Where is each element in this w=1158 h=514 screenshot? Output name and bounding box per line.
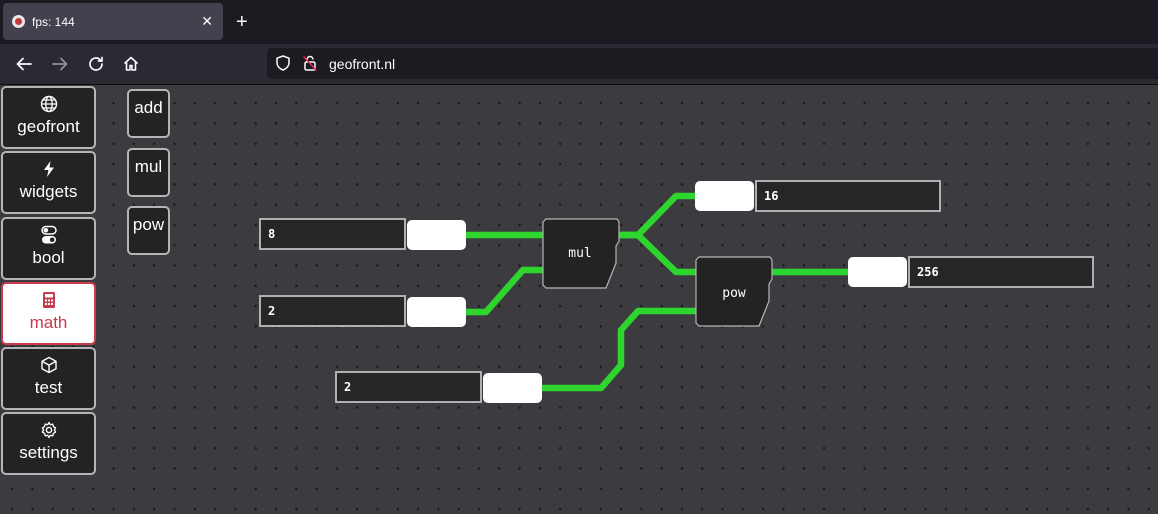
mul-node[interactable]: mul (542, 218, 620, 289)
pow-operator-button[interactable]: pow (127, 206, 170, 255)
wire-input2-to-mul (465, 266, 543, 316)
gear-icon (40, 420, 58, 440)
toggle-icon (39, 225, 59, 245)
cube-icon (40, 355, 58, 375)
navigation-bar: geofront.nl (0, 44, 1158, 85)
wire-mul-to-pow (619, 231, 696, 276)
node-editor-canvas[interactable]: mul pow geofront widgets bool math test … (0, 85, 1158, 514)
sidebar-item-label: math (29, 313, 68, 332)
forward-icon[interactable] (49, 53, 71, 75)
sidebar-item-test[interactable]: test (1, 347, 96, 410)
favicon-icon (12, 15, 25, 28)
sidebar-item-label: widgets (19, 182, 78, 201)
sidebar-item-label: geofront (17, 117, 80, 136)
sidebar-item-settings[interactable]: settings (1, 412, 96, 475)
sidebar-item-label: settings (19, 443, 78, 462)
tab-bar: fps: 144 ✕ + (0, 0, 1158, 44)
sidebar-item-math[interactable]: math (1, 282, 96, 345)
browser-tab[interactable]: fps: 144 ✕ (3, 3, 223, 40)
number-input-2[interactable]: 2 (259, 295, 406, 327)
back-icon[interactable] (13, 53, 35, 75)
number-input-3[interactable]: 2 (335, 371, 482, 403)
mul-node-label: mul (568, 246, 591, 261)
number-input-1[interactable]: 8 (259, 218, 406, 250)
reload-icon[interactable] (85, 53, 107, 75)
add-operator-button[interactable]: add (127, 89, 170, 138)
sidebar-item-label: bool (32, 248, 65, 267)
sidebar-item-widgets[interactable]: widgets (1, 151, 96, 214)
mul-operator-button[interactable]: mul (127, 148, 170, 197)
url-bar[interactable]: geofront.nl (267, 48, 1158, 79)
shield-icon[interactable] (272, 52, 294, 74)
wire-mul-to-output16 (619, 192, 696, 239)
close-tab-icon[interactable]: ✕ (201, 13, 213, 29)
output-port[interactable] (483, 373, 542, 403)
new-tab-button[interactable]: + (236, 12, 248, 32)
lock-icon[interactable] (299, 52, 321, 74)
sidebar-item-label: test (34, 378, 63, 397)
wire-input3-to-pow (541, 307, 696, 392)
output-port[interactable] (407, 297, 466, 327)
home-icon[interactable] (120, 53, 142, 75)
globe-icon (40, 94, 58, 114)
calculator-icon (41, 290, 57, 310)
pow-node[interactable]: pow (695, 256, 773, 327)
wire-layer: mul pow (465, 192, 850, 392)
pow-node-label: pow (722, 286, 746, 301)
output-port[interactable] (407, 220, 466, 250)
output-display-16: 16 (755, 180, 941, 212)
sidebar-item-geofront[interactable]: geofront (1, 86, 96, 149)
input-port[interactable] (848, 257, 907, 287)
url-text[interactable]: geofront.nl (329, 56, 395, 72)
input-port[interactable] (695, 181, 754, 211)
output-display-256: 256 (908, 256, 1094, 288)
sidebar-item-bool[interactable]: bool (1, 217, 96, 280)
tab-title: fps: 144 (32, 15, 75, 29)
lightning-icon (40, 159, 58, 179)
